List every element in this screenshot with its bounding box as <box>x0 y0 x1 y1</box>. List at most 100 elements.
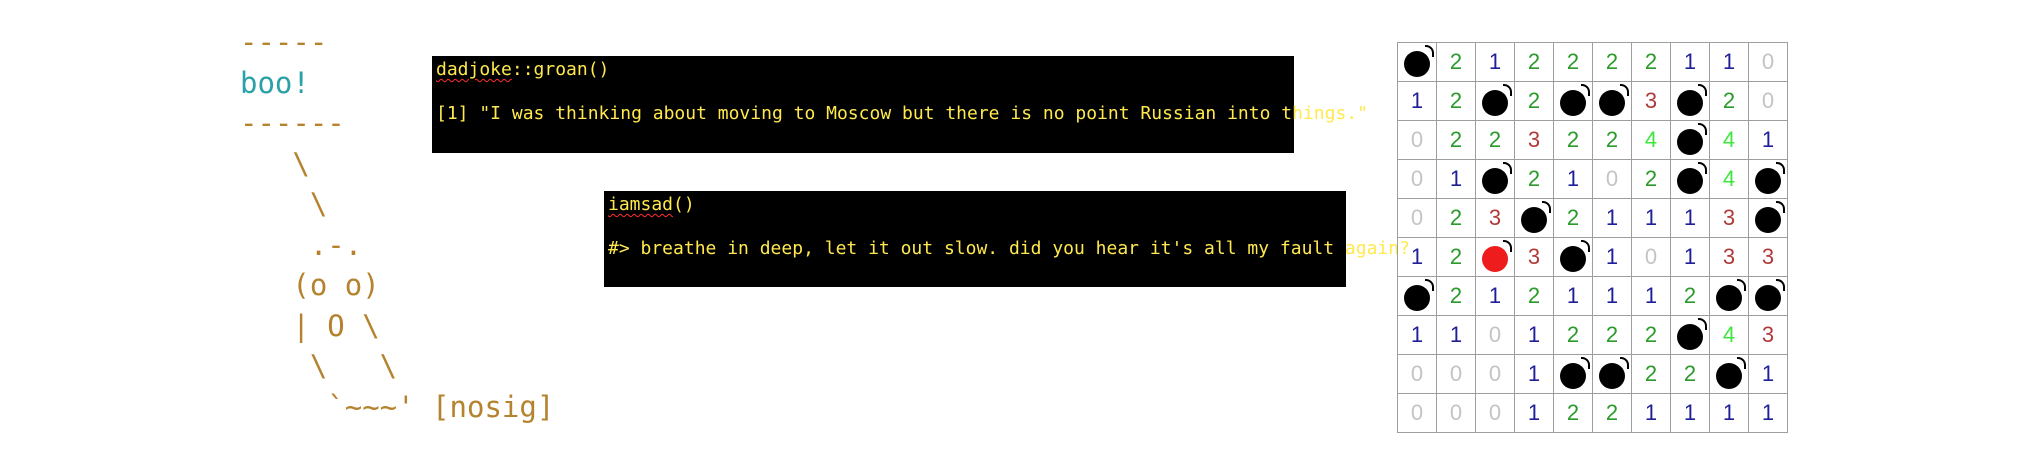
number-cell[interactable]: 1 <box>1592 237 1632 277</box>
number-cell[interactable]: 1 <box>1709 42 1749 82</box>
mine-cell[interactable] <box>1475 159 1515 199</box>
mine-cell[interactable] <box>1709 276 1749 316</box>
number-cell[interactable]: 2 <box>1631 159 1671 199</box>
mine-cell[interactable] <box>1592 354 1632 394</box>
number-cell[interactable]: 2 <box>1553 42 1593 82</box>
mine-cell[interactable] <box>1748 159 1788 199</box>
number-cell[interactable]: 1 <box>1670 42 1710 82</box>
number-cell[interactable]: 1 <box>1397 81 1437 121</box>
number-cell[interactable]: 2 <box>1592 315 1632 355</box>
mine-cell[interactable] <box>1748 276 1788 316</box>
number-cell[interactable]: 3 <box>1514 120 1554 160</box>
mine-cell[interactable] <box>1397 276 1437 316</box>
mine-cell[interactable] <box>1553 81 1593 121</box>
mine-cell[interactable] <box>1709 354 1749 394</box>
mine-cell[interactable] <box>1475 81 1515 121</box>
number-cell[interactable]: 0 <box>1631 237 1671 277</box>
number-cell[interactable]: 0 <box>1592 159 1632 199</box>
number-cell[interactable]: 0 <box>1748 81 1788 121</box>
number-cell[interactable]: 2 <box>1475 120 1515 160</box>
number-cell[interactable]: 1 <box>1709 393 1749 433</box>
number-cell[interactable]: 1 <box>1514 393 1554 433</box>
number-cell[interactable]: 1 <box>1475 42 1515 82</box>
number-cell[interactable]: 2 <box>1514 81 1554 121</box>
number-cell[interactable]: 0 <box>1748 42 1788 82</box>
number-cell[interactable]: 4 <box>1709 120 1749 160</box>
number-cell[interactable]: 0 <box>1397 354 1437 394</box>
number-cell[interactable]: 1 <box>1475 276 1515 316</box>
number-cell[interactable]: 4 <box>1709 315 1749 355</box>
mine-cell[interactable] <box>1553 237 1593 277</box>
number-cell[interactable]: 1 <box>1670 393 1710 433</box>
mine-cell[interactable] <box>1670 315 1710 355</box>
number-cell[interactable]: 1 <box>1592 198 1632 238</box>
number-cell[interactable]: 1 <box>1397 237 1437 277</box>
number-cell[interactable]: 1 <box>1748 393 1788 433</box>
number-cell[interactable]: 1 <box>1553 276 1593 316</box>
number-cell[interactable]: 2 <box>1631 354 1671 394</box>
mine-cell[interactable] <box>1670 120 1710 160</box>
number-cell[interactable]: 2 <box>1553 198 1593 238</box>
number-cell[interactable]: 2 <box>1436 276 1476 316</box>
number-cell[interactable]: 3 <box>1475 198 1515 238</box>
number-cell[interactable]: 2 <box>1514 276 1554 316</box>
number-cell[interactable]: 0 <box>1397 159 1437 199</box>
mine-cell[interactable] <box>1592 81 1632 121</box>
number-cell[interactable]: 4 <box>1631 120 1671 160</box>
number-cell[interactable]: 2 <box>1436 42 1476 82</box>
exploded-mine-cell[interactable] <box>1475 237 1515 277</box>
number-cell[interactable]: 2 <box>1514 159 1554 199</box>
number-cell[interactable]: 1 <box>1748 354 1788 394</box>
number-cell[interactable]: 4 <box>1709 159 1749 199</box>
number-cell[interactable]: 1 <box>1553 159 1593 199</box>
number-cell[interactable]: 2 <box>1631 42 1671 82</box>
number-cell[interactable]: 0 <box>1475 315 1515 355</box>
mine-cell[interactable] <box>1514 198 1554 238</box>
number-cell[interactable]: 1 <box>1670 237 1710 277</box>
number-cell[interactable]: 1 <box>1631 276 1671 316</box>
number-cell[interactable]: 0 <box>1397 393 1437 433</box>
number-cell[interactable]: 3 <box>1748 237 1788 277</box>
number-cell[interactable]: 0 <box>1436 354 1476 394</box>
number-cell[interactable]: 2 <box>1436 120 1476 160</box>
number-cell[interactable]: 1 <box>1514 315 1554 355</box>
number-cell[interactable]: 0 <box>1436 393 1476 433</box>
number-cell[interactable]: 1 <box>1514 354 1554 394</box>
number-cell[interactable]: 2 <box>1436 198 1476 238</box>
number-cell[interactable]: 2 <box>1553 120 1593 160</box>
number-cell[interactable]: 2 <box>1592 120 1632 160</box>
mine-cell[interactable] <box>1397 42 1437 82</box>
mine-cell[interactable] <box>1748 198 1788 238</box>
number-cell[interactable]: 2 <box>1553 393 1593 433</box>
number-cell[interactable]: 1 <box>1748 120 1788 160</box>
number-cell[interactable]: 3 <box>1514 237 1554 277</box>
number-cell[interactable]: 0 <box>1475 354 1515 394</box>
number-cell[interactable]: 2 <box>1436 81 1476 121</box>
number-cell[interactable]: 2 <box>1631 315 1671 355</box>
number-cell[interactable]: 1 <box>1631 393 1671 433</box>
number-cell[interactable]: 2 <box>1436 237 1476 277</box>
number-cell[interactable]: 2 <box>1592 42 1632 82</box>
number-cell[interactable]: 2 <box>1670 276 1710 316</box>
number-cell[interactable]: 1 <box>1436 315 1476 355</box>
mine-cell[interactable] <box>1670 159 1710 199</box>
number-cell[interactable]: 2 <box>1514 42 1554 82</box>
number-cell[interactable]: 0 <box>1397 120 1437 160</box>
number-cell[interactable]: 2 <box>1670 354 1710 394</box>
number-cell[interactable]: 2 <box>1592 393 1632 433</box>
number-cell[interactable]: 3 <box>1709 237 1749 277</box>
number-cell[interactable]: 1 <box>1436 159 1476 199</box>
number-cell[interactable]: 1 <box>1631 198 1671 238</box>
number-cell[interactable]: 0 <box>1475 393 1515 433</box>
number-cell[interactable]: 1 <box>1397 315 1437 355</box>
number-cell[interactable]: 3 <box>1709 198 1749 238</box>
number-cell[interactable]: 1 <box>1670 198 1710 238</box>
number-cell[interactable]: 3 <box>1748 315 1788 355</box>
number-cell[interactable]: 1 <box>1592 276 1632 316</box>
number-cell[interactable]: 2 <box>1709 81 1749 121</box>
number-cell[interactable]: 3 <box>1631 81 1671 121</box>
number-cell[interactable]: 0 <box>1397 198 1437 238</box>
mine-cell[interactable] <box>1553 354 1593 394</box>
number-cell[interactable]: 2 <box>1553 315 1593 355</box>
mine-cell[interactable] <box>1670 81 1710 121</box>
